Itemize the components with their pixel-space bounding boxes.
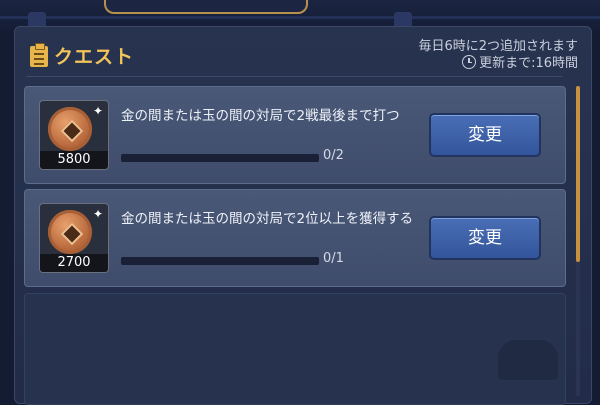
refresh-info: 毎日6時に2つ追加されます 更新まで:16時間 [418, 38, 578, 72]
quest-header: クエスト [30, 40, 134, 70]
reward-amount: 5800 [40, 151, 108, 169]
refresh-timer-text: 更新まで:16時間 [479, 56, 578, 71]
quest-card: ✦ 2700 金の間または玉の間の対局で2位以上を獲得する 0/1 変更 [24, 189, 566, 287]
clipboard-icon [30, 43, 48, 67]
quest-description: 金の間または玉の間の対局で2戦最後まで打つ [121, 108, 400, 124]
progress-bar [121, 154, 319, 162]
reward-item: ✦ 5800 [39, 100, 109, 170]
progress-text: 0/1 [323, 251, 344, 266]
change-quest-button[interactable]: 変更 [429, 113, 541, 157]
sparkle-icon: ✦ [92, 104, 103, 118]
quest-card: ✦ 5800 金の間または玉の間の対局で2戦最後まで打つ 0/2 変更 [24, 86, 566, 184]
empty-quest-slot [24, 293, 566, 405]
change-quest-button[interactable]: 変更 [429, 216, 541, 260]
reward-amount: 2700 [40, 254, 108, 272]
refresh-schedule-text: 毎日6時に2つ追加されます [418, 39, 578, 54]
progress-text: 0/2 [323, 148, 344, 163]
refresh-timer: 更新まで:16時間 [418, 55, 578, 72]
top-tab-frame [104, 0, 308, 14]
coin-icon [48, 107, 92, 151]
scrollbar-thumb[interactable] [576, 86, 580, 262]
progress-bar [121, 257, 319, 265]
page-title: クエスト [54, 45, 135, 68]
sparkle-icon: ✦ [92, 207, 103, 221]
clock-icon [462, 55, 477, 69]
reward-item: ✦ 2700 [39, 203, 109, 273]
coin-icon [48, 210, 92, 254]
quest-description: 金の間または玉の間の対局で2位以上を獲得する [121, 211, 414, 227]
mascot-silhouette [498, 340, 558, 380]
top-bar-line [0, 16, 600, 19]
header-divider [26, 76, 562, 77]
